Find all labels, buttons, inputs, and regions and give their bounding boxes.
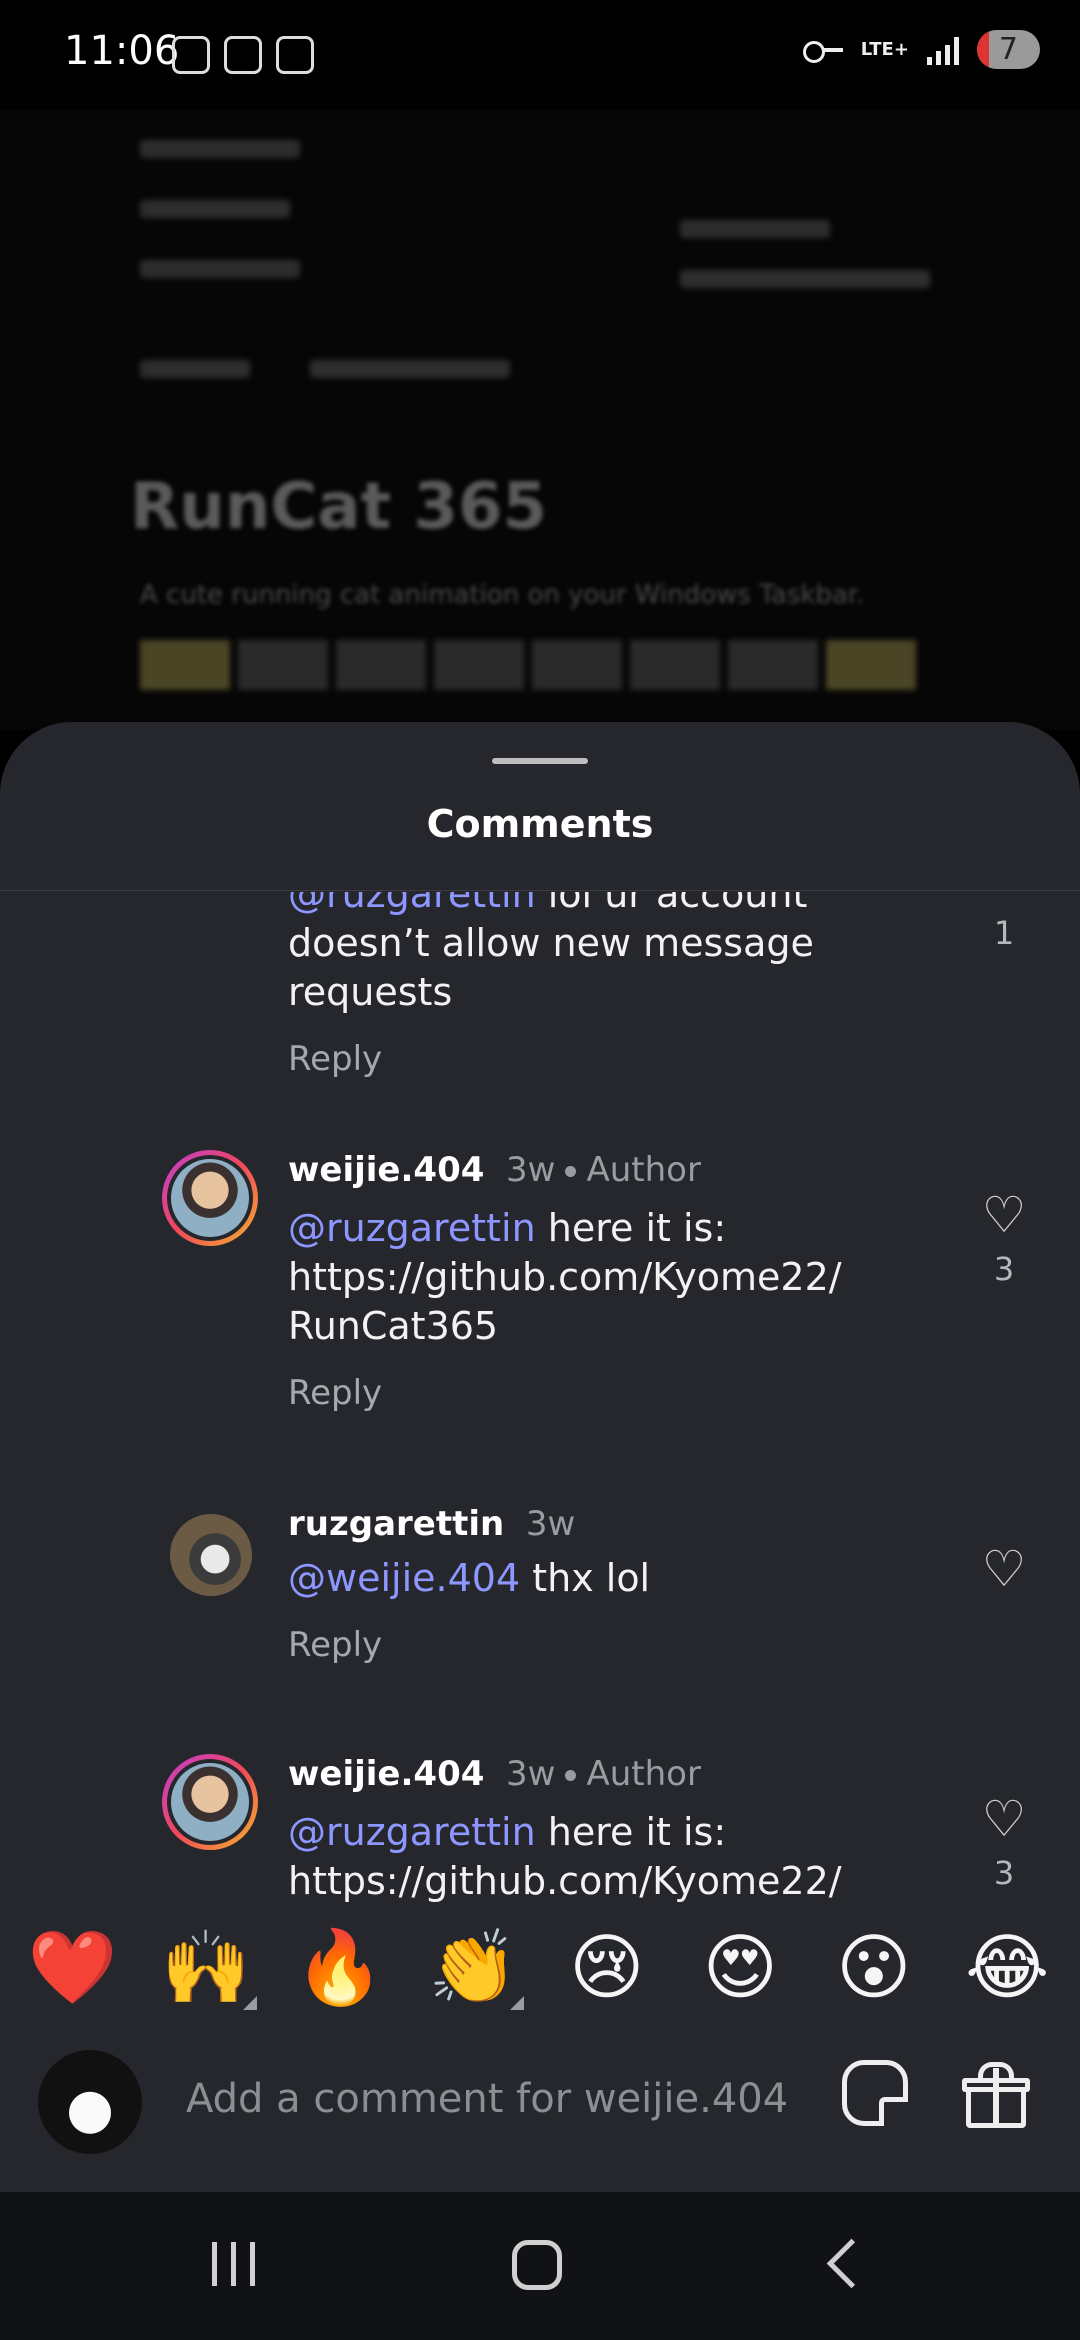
emoji-crying-button[interactable]: 😢 bbox=[552, 1925, 662, 2009]
avatar[interactable] bbox=[162, 1150, 258, 1246]
lte-icon: LTE+ bbox=[860, 38, 909, 60]
recents-icon[interactable] bbox=[212, 2242, 255, 2286]
like-count: 3 bbox=[993, 1250, 1015, 1288]
background-title: RunCat 365 bbox=[130, 470, 548, 544]
heart-icon[interactable]: ♡ bbox=[964, 1544, 1044, 1594]
mention-link[interactable]: @ruzgarettin bbox=[288, 892, 536, 916]
drag-handle[interactable] bbox=[492, 758, 588, 764]
comments-sheet: Comments @ruzgarettin lol ur account doe… bbox=[0, 722, 1080, 2192]
comment-body: thx lol bbox=[520, 1556, 651, 1600]
comment-meta: weijie.404 3w Author bbox=[288, 1150, 848, 1190]
like-area[interactable]: ♡ 3 bbox=[964, 1794, 1044, 1892]
comment-username[interactable]: weijie.404 bbox=[288, 1150, 484, 1190]
status-bar: 11:06 LTE+ 7 bbox=[0, 0, 1080, 110]
back-icon[interactable] bbox=[826, 2238, 877, 2289]
comment-input[interactable] bbox=[186, 2076, 786, 2122]
system-nav-bar bbox=[0, 2192, 1080, 2340]
battery-badge: 7 bbox=[998, 32, 1018, 67]
signal-icon bbox=[926, 35, 959, 65]
emoji-heart-button[interactable]: ❤️ bbox=[18, 1925, 128, 2010]
emoji-fire-button[interactable]: 🔥 bbox=[285, 1925, 395, 2010]
calculator-icon bbox=[276, 36, 314, 74]
heart-icon[interactable]: ♡ bbox=[964, 1190, 1044, 1240]
comment-meta: ruzgarettin 3w bbox=[288, 1504, 848, 1544]
my-avatar bbox=[38, 2050, 142, 2154]
background-video: RunCat 365 A cute running cat animation … bbox=[0, 110, 1080, 730]
gift-icon[interactable] bbox=[962, 2060, 1030, 2128]
comment-list[interactable]: @ruzgarettin lol ur account doesn’t allo… bbox=[0, 892, 1080, 1902]
emoji-clap-button[interactable]: 👏 bbox=[418, 1925, 528, 2010]
mention-link[interactable]: @weijie.404 bbox=[288, 1556, 520, 1600]
like-area[interactable]: ♡ bbox=[964, 1544, 1044, 1594]
screenshot-icon bbox=[172, 36, 210, 74]
status-time: 11:06 bbox=[64, 28, 180, 74]
like-count: 3 bbox=[993, 1854, 1015, 1892]
reply-button[interactable]: Reply bbox=[288, 1039, 848, 1079]
comment-username[interactable]: weijie.404 bbox=[288, 1754, 484, 1794]
battery-icon: 7 bbox=[976, 30, 1040, 69]
avatar[interactable] bbox=[162, 1754, 258, 1850]
author-badge: Author bbox=[586, 1754, 701, 1794]
comment-time: 3w bbox=[525, 1504, 576, 1544]
comment-composer bbox=[0, 2042, 1080, 2162]
mention-link[interactable]: @ruzgarettin bbox=[288, 1810, 536, 1854]
emoji-laughing-button[interactable]: 😂 bbox=[952, 1925, 1062, 2009]
separator-dot bbox=[565, 1770, 577, 1781]
sheet-title: Comments bbox=[426, 802, 654, 846]
reply-button[interactable]: Reply bbox=[288, 1373, 848, 1413]
like-area[interactable]: 1 bbox=[964, 904, 1044, 952]
like-count: 1 bbox=[993, 914, 1015, 952]
mention-link[interactable]: @ruzgarettin bbox=[288, 1206, 536, 1250]
like-area[interactable]: ♡ 3 bbox=[964, 1190, 1044, 1288]
comment-time: 3w bbox=[506, 1150, 556, 1190]
reply-button[interactable]: Reply bbox=[288, 1625, 848, 1665]
avatar[interactable] bbox=[170, 1514, 252, 1596]
comment-text: @ruzgarettin here it is: https://github.… bbox=[288, 1204, 848, 1351]
emoji-raised-hands-button[interactable]: 🙌 bbox=[151, 1925, 261, 2010]
comment-text: @ruzgarettin here it is: https://github.… bbox=[288, 1808, 848, 1902]
emoji-surprised-button[interactable]: 😮 bbox=[819, 1925, 929, 2009]
notification-icons bbox=[172, 36, 314, 74]
divider bbox=[0, 890, 1080, 891]
emoji-bar: ❤️ 🙌 🔥 👏 😢 😍 😮 😂 bbox=[0, 1912, 1080, 2022]
heart-icon[interactable]: ♡ bbox=[964, 1794, 1044, 1844]
comment-text: @weijie.404 thx lol bbox=[288, 1554, 848, 1603]
gmail-icon bbox=[224, 36, 262, 74]
background-badges bbox=[140, 640, 916, 690]
home-icon[interactable] bbox=[512, 2240, 562, 2290]
system-icons: LTE+ 7 bbox=[802, 30, 1040, 69]
comment-text: @ruzgarettin lol ur account doesn’t allo… bbox=[288, 892, 848, 1017]
separator-dot bbox=[565, 1166, 577, 1177]
author-badge: Author bbox=[586, 1150, 701, 1190]
comment-meta: weijie.404 3w Author bbox=[288, 1754, 848, 1794]
comment-time: 3w bbox=[506, 1754, 556, 1794]
vpn-key-icon bbox=[802, 39, 843, 63]
emoji-heart-eyes-button[interactable]: 😍 bbox=[685, 1925, 795, 2009]
comment-username[interactable]: ruzgarettin bbox=[288, 1504, 504, 1544]
sticker-icon[interactable] bbox=[842, 2060, 908, 2126]
background-subtitle: A cute running cat animation on your Win… bbox=[140, 580, 865, 610]
